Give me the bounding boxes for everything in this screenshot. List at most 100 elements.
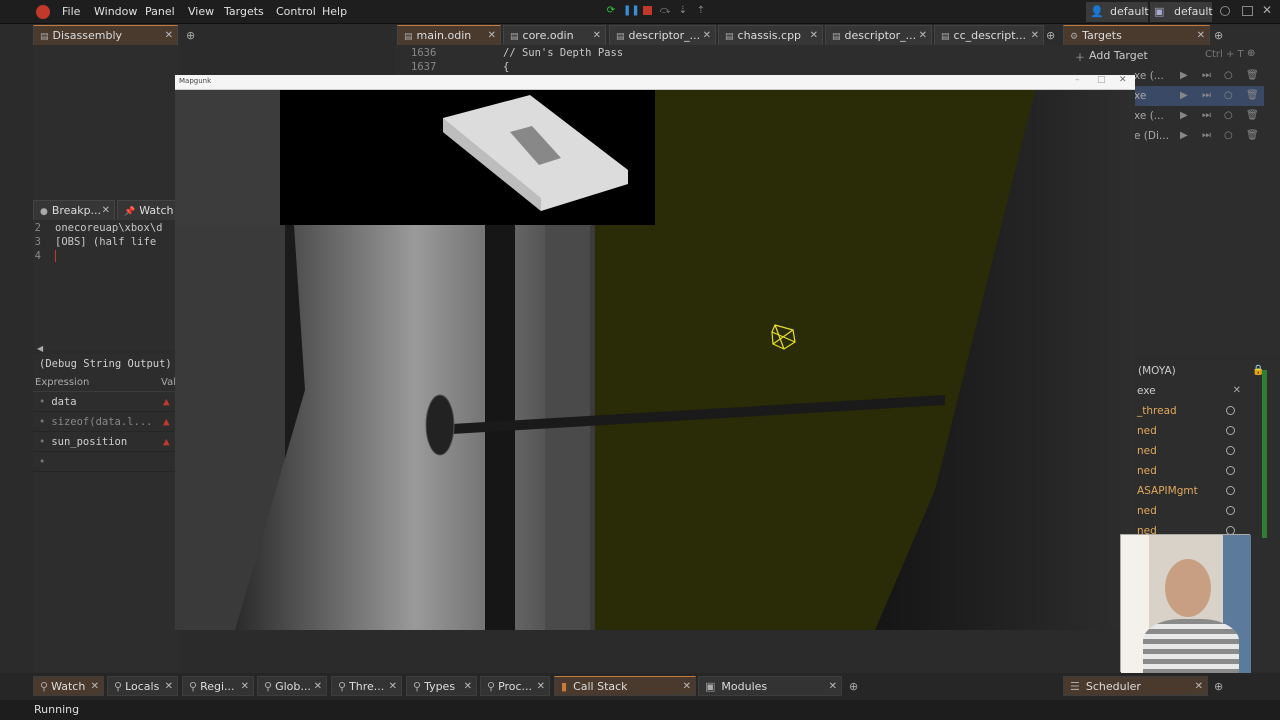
watch-expression[interactable]: sizeof(data.l... bbox=[51, 416, 152, 428]
close-icon[interactable]: ✕ bbox=[1195, 677, 1203, 695]
tab-main-odin[interactable]: ▤ main.odin ✕ bbox=[397, 25, 501, 45]
menu-help[interactable]: Help bbox=[318, 3, 351, 21]
menu-window[interactable]: Window bbox=[90, 3, 141, 21]
close-icon[interactable]: ✕ bbox=[829, 677, 837, 695]
close-icon[interactable]: ✕ bbox=[389, 677, 397, 695]
step-over-icon[interactable]: ⤼ bbox=[659, 5, 671, 17]
thread-row[interactable]: _thread bbox=[1133, 401, 1263, 421]
thread-row[interactable]: ASAPIMgmt bbox=[1133, 481, 1263, 501]
thread-row[interactable]: ned bbox=[1133, 421, 1263, 441]
scroll-left-icon[interactable]: ◀ bbox=[37, 344, 43, 353]
watch-expression[interactable]: sun_position bbox=[51, 436, 127, 448]
watch-row-empty[interactable]: • bbox=[33, 452, 175, 472]
close-icon[interactable]: ✕ bbox=[314, 677, 322, 695]
step-into-icon[interactable]: ⇣ bbox=[677, 5, 689, 17]
close-icon[interactable]: ✕ bbox=[91, 677, 99, 695]
circle-icon[interactable] bbox=[1226, 446, 1235, 455]
close-icon[interactable]: ✕ bbox=[537, 677, 545, 695]
step-icon[interactable]: ⏭ bbox=[1202, 66, 1211, 86]
tab-breakpoints[interactable]: ● Breakp... ✕ bbox=[33, 200, 115, 220]
watch-row[interactable]: • sizeof(data.l... ▲ bbox=[33, 412, 175, 432]
close-icon[interactable]: ✕ bbox=[683, 677, 691, 695]
close-icon[interactable]: ✕ bbox=[488, 26, 496, 45]
tab-globals[interactable]: ⚲ Glob... ✕ bbox=[257, 676, 327, 696]
tab-threads[interactable]: ⚲ Thre... ✕ bbox=[331, 676, 402, 696]
close-icon[interactable]: ✕ bbox=[919, 26, 927, 45]
thread-row[interactable]: ned bbox=[1133, 501, 1263, 521]
circle-icon[interactable] bbox=[1226, 486, 1235, 495]
play-icon[interactable]: ▶ bbox=[1180, 126, 1188, 146]
maximize-icon[interactable] bbox=[1242, 6, 1253, 16]
watch-row[interactable]: • data ▲ bbox=[33, 392, 175, 412]
close-icon[interactable]: ✕ bbox=[1119, 75, 1127, 85]
close-icon[interactable]: ✕ bbox=[165, 26, 173, 45]
tab-modules[interactable]: ▣ Modules ✕ bbox=[698, 676, 842, 696]
project-button[interactable]: ▣ default bbox=[1150, 2, 1213, 22]
code-editor[interactable]: 1636 // Sun's Depth Pass 1637 { bbox=[395, 45, 1065, 75]
tab-call-stack[interactable]: ▮ Call Stack ✕ bbox=[554, 676, 696, 696]
add-tab-icon[interactable]: ⊕ bbox=[186, 29, 195, 42]
thread-row[interactable]: ned bbox=[1133, 441, 1263, 461]
circle-icon[interactable] bbox=[1226, 406, 1235, 415]
step-icon[interactable]: ⏭ bbox=[1202, 106, 1211, 126]
add-tab-icon[interactable]: ⊕ bbox=[1214, 29, 1223, 42]
add-tab-icon[interactable]: ⊕ bbox=[1214, 680, 1223, 693]
circle-icon[interactable]: ○ bbox=[1224, 66, 1233, 86]
close-icon[interactable]: ✕ bbox=[165, 677, 173, 695]
tab-core-odin[interactable]: ▤ core.odin ✕ bbox=[503, 25, 606, 45]
target-item[interactable]: xe (... ▶ ⏭ ○ 🗑 bbox=[1134, 106, 1264, 126]
trash-icon[interactable]: 🗑 bbox=[1246, 106, 1259, 126]
play-icon[interactable]: ▶ bbox=[1180, 106, 1188, 126]
menu-view[interactable]: View bbox=[184, 3, 218, 21]
menu-targets[interactable]: Targets bbox=[220, 3, 268, 21]
circle-icon[interactable] bbox=[1226, 466, 1235, 475]
tab-chassis-cpp[interactable]: ▤ chassis.cpp ✕ bbox=[718, 25, 823, 45]
target-item[interactable]: e (Di... ▶ ⏭ ○ 🗑 bbox=[1134, 126, 1264, 146]
game-viewport[interactable] bbox=[175, 90, 1135, 630]
target-item[interactable]: xe (... ▶ ⏭ ○ 🗑 bbox=[1134, 66, 1264, 86]
step-icon[interactable]: ⏭ bbox=[1202, 86, 1211, 106]
play-icon[interactable]: ▶ bbox=[1180, 66, 1188, 86]
menu-control[interactable]: Control bbox=[272, 3, 320, 21]
maximize-icon[interactable]: □ bbox=[1097, 75, 1106, 85]
close-icon[interactable]: ✕ bbox=[703, 26, 711, 45]
tab-descriptor-1[interactable]: ▤ descriptor_... ✕ bbox=[609, 25, 716, 45]
menu-panel[interactable]: Panel bbox=[141, 3, 179, 21]
add-tab-icon[interactable]: ⊕ bbox=[1046, 29, 1055, 42]
minimize-icon[interactable]: – bbox=[1075, 75, 1080, 85]
add-target-row[interactable]: ＋ Add Target Ctrl + T ⊕ bbox=[1075, 48, 1265, 64]
close-icon[interactable]: ✕ bbox=[1197, 26, 1205, 45]
add-tab-icon[interactable]: ⊕ bbox=[849, 680, 858, 693]
close-window-icon[interactable]: ✕ bbox=[1262, 3, 1272, 17]
tab-scheduler[interactable]: ☰ Scheduler ✕ bbox=[1063, 676, 1208, 696]
play-icon[interactable]: ▶ bbox=[1180, 86, 1188, 106]
thread-row[interactable]: exe ✕ bbox=[1133, 381, 1263, 401]
tab-disassembly[interactable]: ▤ Disassembly ✕ bbox=[33, 25, 178, 45]
tab-targets[interactable]: ⚙ Targets ✕ bbox=[1063, 25, 1210, 45]
thread-row[interactable]: ned bbox=[1133, 461, 1263, 481]
step-icon[interactable]: ⏭ bbox=[1202, 126, 1211, 146]
circle-icon[interactable]: ○ bbox=[1224, 86, 1233, 106]
tab-locals[interactable]: ⚲ Locals ✕ bbox=[107, 676, 178, 696]
tab-descriptor-2[interactable]: ▤ descriptor_... ✕ bbox=[825, 25, 932, 45]
pause-icon[interactable]: ❚❚ bbox=[623, 5, 640, 17]
circle-icon[interactable]: ○ bbox=[1224, 126, 1233, 146]
trash-icon[interactable]: 🗑 bbox=[1246, 86, 1259, 106]
trash-icon[interactable]: 🗑 bbox=[1246, 126, 1259, 146]
close-icon[interactable]: ✕ bbox=[241, 677, 249, 695]
menu-file[interactable]: File bbox=[58, 3, 84, 21]
tab-cc-descriptor[interactable]: ▤ cc_descript... ✕ bbox=[934, 25, 1044, 45]
close-icon[interactable]: ✕ bbox=[593, 26, 601, 45]
tab-types[interactable]: ⚲ Types ✕ bbox=[406, 676, 477, 696]
restart-icon[interactable]: ⟳ bbox=[605, 5, 617, 17]
close-icon[interactable]: ✕ bbox=[102, 201, 110, 220]
stop-icon[interactable] bbox=[641, 5, 653, 17]
tab-procedures[interactable]: ⚲ Proc... ✕ bbox=[480, 676, 550, 696]
close-icon[interactable]: ✕ bbox=[1233, 381, 1241, 401]
user-button[interactable]: 👤 default bbox=[1086, 2, 1149, 22]
minimize-icon[interactable] bbox=[1220, 6, 1230, 16]
watch-row[interactable]: • sun_position ▲ bbox=[33, 432, 175, 452]
step-out-icon[interactable]: ⇡ bbox=[695, 5, 707, 17]
close-icon[interactable]: ✕ bbox=[810, 26, 818, 45]
circle-icon[interactable] bbox=[1226, 506, 1235, 515]
